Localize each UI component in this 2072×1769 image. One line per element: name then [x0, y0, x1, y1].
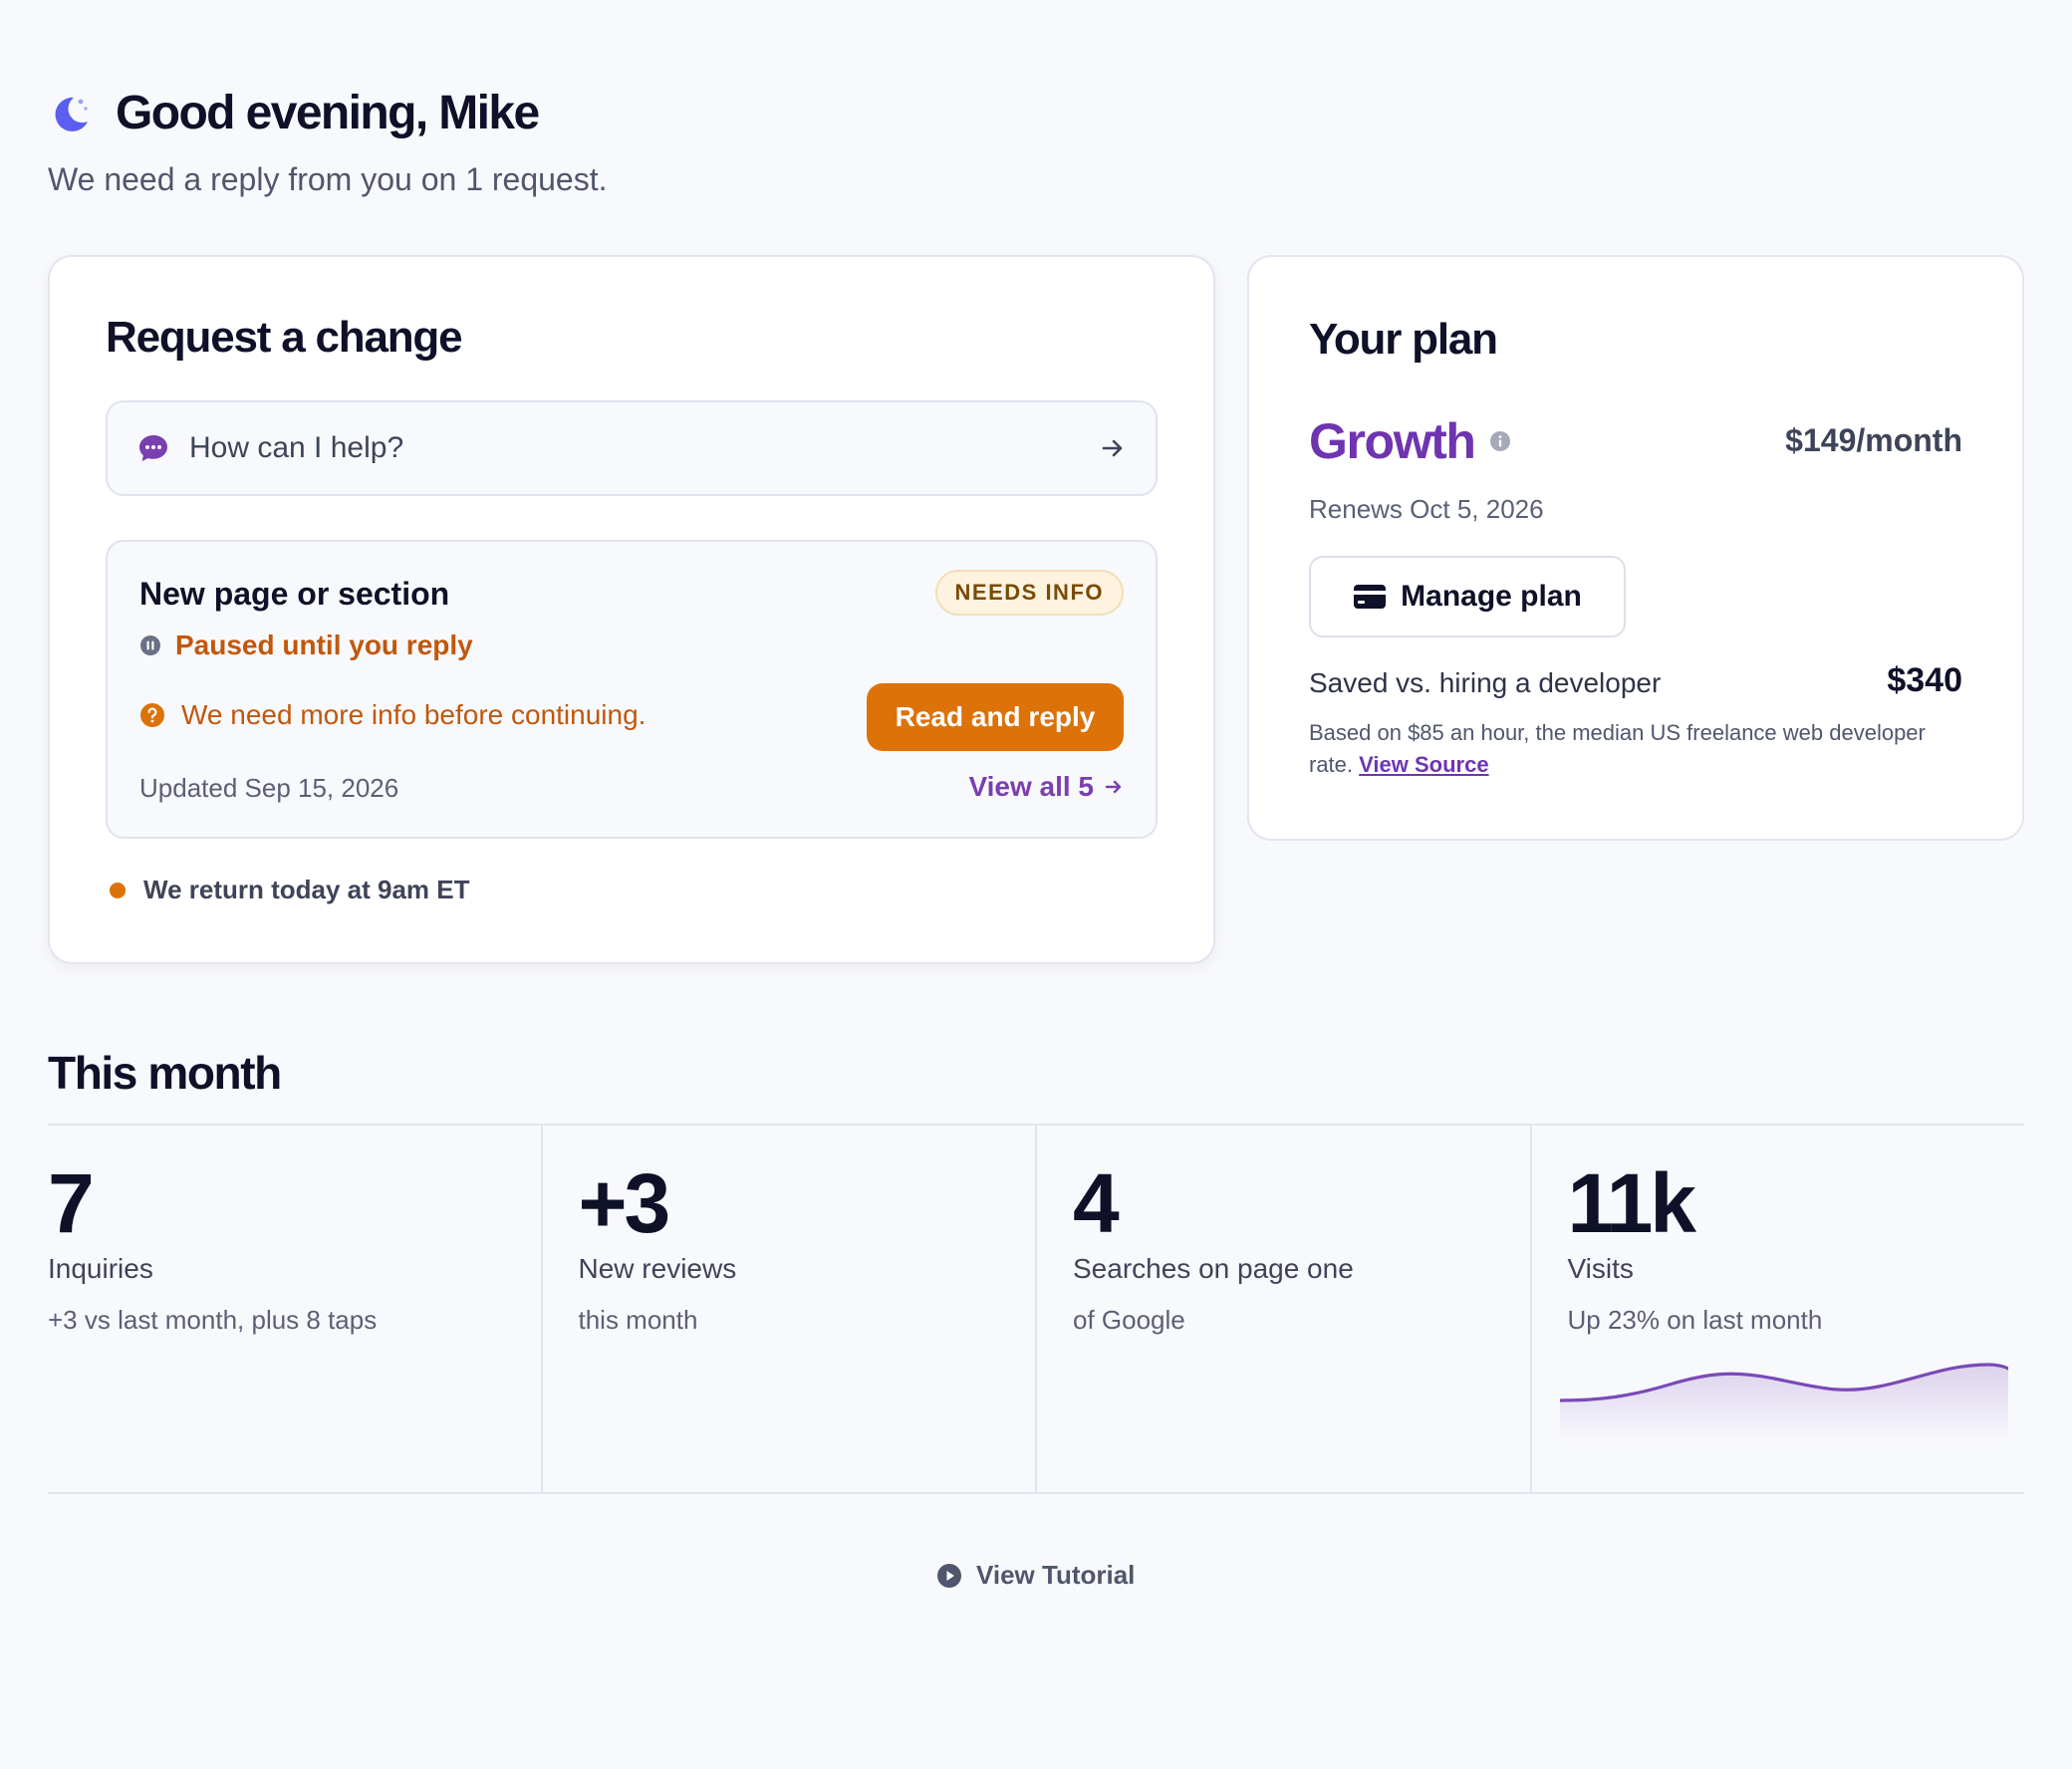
stat-sub: of Google — [1073, 1305, 1185, 1335]
savings-label: Saved vs. hiring a developer — [1309, 667, 1662, 698]
moon-icon — [55, 97, 88, 131]
question-icon — [140, 703, 164, 727]
manage-plan-button[interactable]: Manage plan — [1309, 556, 1626, 637]
stat-value: +3 — [578, 1156, 671, 1250]
stat-sub: Up 23% on last month — [1567, 1305, 1823, 1335]
plan-name: Growth — [1309, 413, 1476, 469]
view-source-link[interactable]: View Source — [1359, 752, 1488, 777]
return-note: We return today at 9am ET — [110, 875, 470, 905]
plan-price: $149/month — [1785, 422, 1962, 458]
manage-plan-label: Manage plan — [1401, 580, 1582, 613]
return-note-text: We return today at 9am ET — [143, 875, 470, 904]
visits-sparkline — [1559, 1363, 2008, 1444]
plan-card: Your plan Growth $149/month Renews Oct 5… — [1247, 255, 2024, 841]
stats-grid: 7 Inquiries +3 vs last month, plus 8 tap… — [48, 1124, 2024, 1494]
stat-value: 4 — [1073, 1156, 1120, 1250]
request-status: Paused until you reply — [139, 630, 473, 661]
stat-value: 7 — [48, 1156, 95, 1250]
stat-sub: this month — [578, 1305, 698, 1335]
help-input-placeholder: How can I help? — [189, 431, 404, 464]
request-change-card: Request a change How can I help? New pag… — [48, 255, 1215, 964]
read-and-reply-button[interactable]: Read and reply — [867, 683, 1124, 751]
plan-card-title: Your plan — [1309, 315, 1498, 364]
stat-inquiries: 7 Inquiries +3 vs last month, plus 8 tap… — [48, 1126, 541, 1492]
request-card-title: Request a change — [106, 313, 463, 362]
stat-searches: 4 Searches on page one of Google — [1035, 1126, 1530, 1492]
page-title: Good evening, Mike — [116, 87, 540, 139]
page-subtitle: We need a reply from you on 1 request. — [48, 161, 608, 197]
credit-card-icon — [1354, 585, 1387, 609]
help-input[interactable]: How can I help? — [106, 400, 1158, 496]
arrow-right-icon[interactable] — [1100, 435, 1126, 461]
pause-icon — [140, 635, 160, 655]
sparkline-area — [1559, 1365, 2008, 1444]
request-title: New page or section — [139, 576, 450, 612]
view-all-link[interactable]: View all 5 — [968, 771, 1124, 803]
stat-reviews: +3 New reviews this month — [540, 1126, 1036, 1492]
arrow-right-icon — [1105, 780, 1122, 794]
stat-label: New reviews — [578, 1253, 737, 1284]
info-icon[interactable] — [1489, 430, 1511, 452]
plan-name-row: Growth — [1309, 412, 1511, 470]
savings-value: $340 — [1887, 661, 1962, 699]
request-message-text: We need more info before continuing. — [181, 699, 647, 730]
this-month-title: This month — [48, 1047, 282, 1099]
status-dot — [110, 882, 126, 898]
view-tutorial-label: View Tutorial — [976, 1560, 1136, 1590]
view-all-label: View all 5 — [968, 771, 1094, 802]
stat-label: Searches on page one — [1073, 1253, 1354, 1284]
chat-bubble-icon — [139, 435, 167, 461]
plan-renewal: Renews Oct 5, 2026 — [1309, 494, 1544, 524]
play-icon — [937, 1563, 961, 1588]
view-tutorial-button[interactable]: View Tutorial — [936, 1560, 1135, 1591]
stat-sub: +3 vs last month, plus 8 taps — [48, 1305, 378, 1335]
request-status-text: Paused until you reply — [175, 630, 473, 660]
request-message: We need more info before continuing. — [139, 699, 646, 731]
request-updated: Updated Sep 15, 2026 — [139, 773, 399, 803]
savings-note: Based on $85 an hour, the median US free… — [1309, 717, 1946, 781]
stat-label: Inquiries — [48, 1253, 153, 1284]
stat-label: Visits — [1567, 1253, 1634, 1284]
stat-visits: 11k Visits Up 23% on last month — [1529, 1126, 2025, 1492]
stat-value: 11k — [1567, 1156, 1697, 1250]
status-badge: NEEDS INFO — [934, 570, 1124, 616]
request-item: New page or section NEEDS INFO Paused un… — [106, 540, 1158, 839]
greeting-row: Good evening, Mike — [48, 86, 540, 140]
